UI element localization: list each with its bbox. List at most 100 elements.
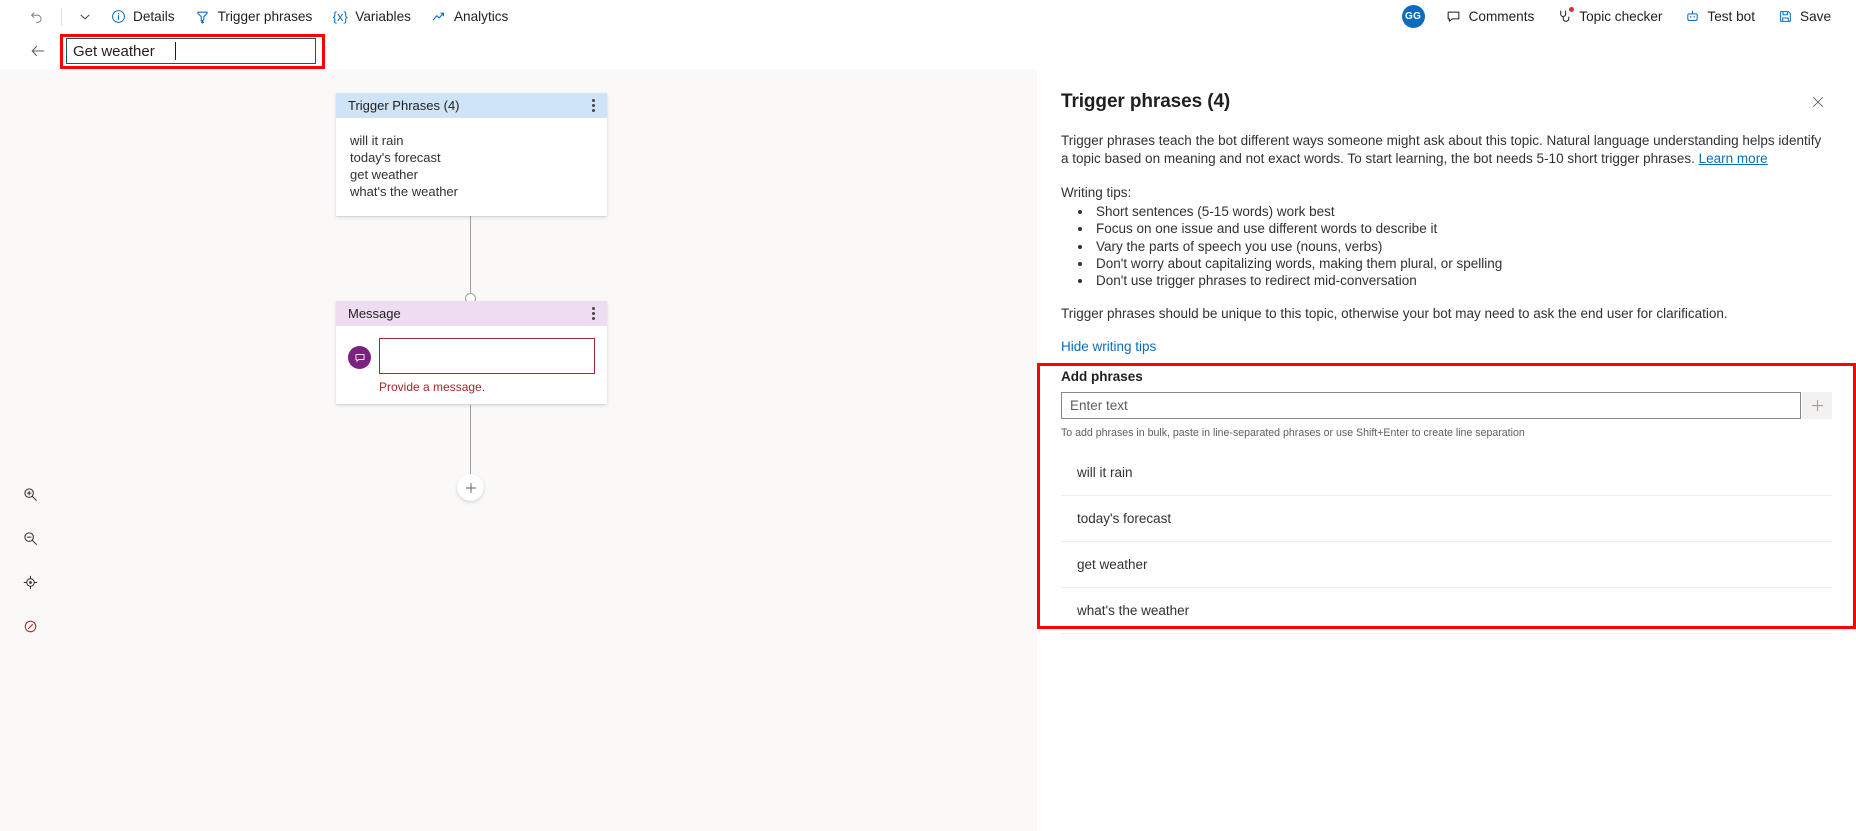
writing-tip-item: Don't use trigger phrases to redirect mi… (1093, 272, 1832, 289)
topic-editor-page: Details Trigger phrases {x} Variables An… (0, 0, 1856, 831)
trigger-phrase-line: will it rain (350, 133, 404, 148)
comment-icon (1446, 9, 1462, 25)
add-phrase-button[interactable] (1802, 392, 1832, 420)
text-caret (175, 42, 176, 60)
message-error-text: Provide a message. (379, 380, 486, 394)
topic-name-input[interactable] (66, 38, 316, 64)
phrase-list-item[interactable]: get weather (1061, 542, 1832, 589)
toolbar-item-analytics-label: Analytics (453, 9, 509, 24)
panel-title: Trigger phrases (4) (1061, 91, 1231, 112)
learn-more-link[interactable]: Learn more (1699, 151, 1768, 166)
zoom-in-icon (23, 487, 37, 501)
trigger-phrases-panel: Trigger phrases (4) Trigger phrases teac… (1037, 69, 1856, 831)
back-button[interactable] (22, 35, 54, 67)
zoom-out-icon (23, 531, 37, 545)
close-icon (1813, 97, 1823, 107)
phrase-list-item[interactable]: what's the weather (1061, 588, 1832, 635)
zoom-in-button[interactable] (16, 480, 44, 508)
add-phrase-row (1061, 392, 1832, 420)
trigger-phrases-node-header: Trigger Phrases (4) (336, 93, 607, 118)
toolbar-item-details[interactable]: Details (101, 3, 184, 31)
trigger-phrase-line: get weather (350, 167, 418, 182)
reset-view-button[interactable] (16, 612, 44, 640)
writing-tips-list: Short sentences (5-15 words) work best F… (1061, 203, 1832, 289)
undo-icon (28, 8, 46, 26)
add-phrases-label: Add phrases (1061, 369, 1143, 385)
phrase-list-item[interactable]: will it rain (1061, 450, 1832, 497)
chart-line-icon (431, 9, 447, 25)
braces-x-icon: {x} (332, 9, 348, 24)
toolbar-divider (61, 7, 62, 26)
avatar-initials: GG (1404, 11, 1422, 22)
more-commands-button[interactable] (71, 3, 99, 31)
info-icon (110, 9, 126, 25)
panel-body: Trigger phrases teach the bot different … (1037, 132, 1856, 635)
message-node[interactable]: Message Provide a message. (336, 301, 607, 404)
message-node-header: Message (336, 301, 607, 326)
save-button[interactable]: Save (1768, 3, 1840, 31)
trigger-phrases-node-title: Trigger Phrases (4) (348, 98, 460, 113)
panel-intro-text: Trigger phrases teach the bot different … (1061, 132, 1832, 168)
toolbar-item-variables-label: Variables (355, 9, 411, 24)
save-icon (1777, 9, 1793, 25)
bot-icon (1684, 9, 1700, 25)
canvas-zoom-controls (14, 480, 46, 640)
trigger-phrases-node[interactable]: Trigger Phrases (4) will it rain today's… (336, 93, 607, 216)
chat-bubble-icon (348, 346, 371, 369)
node-connector-line-2 (470, 405, 471, 479)
zoom-out-button[interactable] (16, 524, 44, 552)
title-bar (0, 33, 1856, 69)
save-label: Save (1800, 9, 1831, 24)
panel-uniqueness-text: Trigger phrases should be unique to this… (1061, 306, 1728, 322)
writing-tip-item: Focus on one issue and use different wor… (1093, 220, 1832, 237)
plus-icon (465, 482, 476, 493)
writing-tip-item: Don't worry about capitalizing words, ma… (1093, 255, 1832, 272)
trigger-node-more-options-icon[interactable] (588, 95, 599, 116)
topic-checker-icon-wrap (1556, 5, 1576, 25)
node-connector-line (470, 211, 471, 300)
message-field-wrap: Provide a message. (379, 338, 595, 394)
writing-tips-label: Writing tips: (1061, 185, 1132, 200)
phrase-list: will it rain today's forecast get weathe… (1061, 450, 1832, 635)
funnel-icon (195, 9, 211, 25)
message-text-input[interactable] (379, 338, 595, 374)
avatar[interactable]: GG (1401, 5, 1425, 28)
authoring-canvas[interactable]: Trigger Phrases (4) will it rain today's… (0, 69, 1037, 831)
command-bar-left-group: Details Trigger phrases {x} Variables An… (0, 3, 517, 31)
test-bot-button[interactable]: Test bot (1675, 3, 1764, 31)
panel-header: Trigger phrases (4) (1037, 69, 1856, 116)
toolbar-item-trigger-phrases-label: Trigger phrases (217, 9, 313, 24)
command-bar-right-group: GG Comments Topic checker Test bot Save (1401, 3, 1856, 31)
topic-name-field-wrap (54, 38, 316, 64)
topic-checker-button[interactable]: Topic checker (1547, 3, 1671, 31)
command-bar: Details Trigger phrases {x} Variables An… (0, 0, 1856, 33)
comments-button[interactable]: Comments (1437, 3, 1544, 31)
toolbar-item-variables[interactable]: {x} Variables (323, 3, 420, 31)
trigger-phrases-node-body: will it rain today's forecast get weathe… (336, 118, 607, 216)
add-phrases-section: Add phrases To add phrases in bulk, past… (1037, 363, 1856, 635)
message-node-body: Provide a message. (336, 326, 607, 404)
add-phrase-input[interactable] (1061, 392, 1801, 420)
notification-badge (1568, 5, 1576, 13)
trigger-phrase-line: today's forecast (350, 150, 441, 165)
trigger-phrase-line: what's the weather (350, 184, 458, 199)
phrase-list-item[interactable]: today's forecast (1061, 496, 1832, 543)
chevron-down-icon (77, 9, 93, 25)
reset-view-icon (24, 620, 36, 632)
toolbar-item-analytics[interactable]: Analytics (422, 3, 517, 31)
undo-button[interactable] (22, 3, 52, 31)
fit-to-screen-button[interactable] (16, 568, 44, 596)
writing-tip-item: Vary the parts of speech you use (nouns,… (1093, 238, 1832, 255)
add-node-button[interactable] (457, 474, 484, 501)
message-node-more-options-icon[interactable] (588, 303, 599, 324)
topic-checker-label: Topic checker (1579, 9, 1663, 24)
toolbar-item-trigger-phrases[interactable]: Trigger phrases (186, 3, 322, 31)
hide-writing-tips-link[interactable]: Hide writing tips (1061, 339, 1156, 354)
test-bot-label: Test bot (1707, 9, 1756, 24)
fit-to-screen-icon (23, 575, 37, 589)
message-node-title: Message (348, 306, 401, 321)
toolbar-item-details-label: Details (133, 9, 175, 24)
writing-tip-item: Short sentences (5-15 words) work best (1093, 203, 1832, 220)
panel-close-button[interactable] (1804, 88, 1832, 116)
bulk-paste-hint: To add phrases in bulk, paste in line-se… (1061, 427, 1525, 440)
